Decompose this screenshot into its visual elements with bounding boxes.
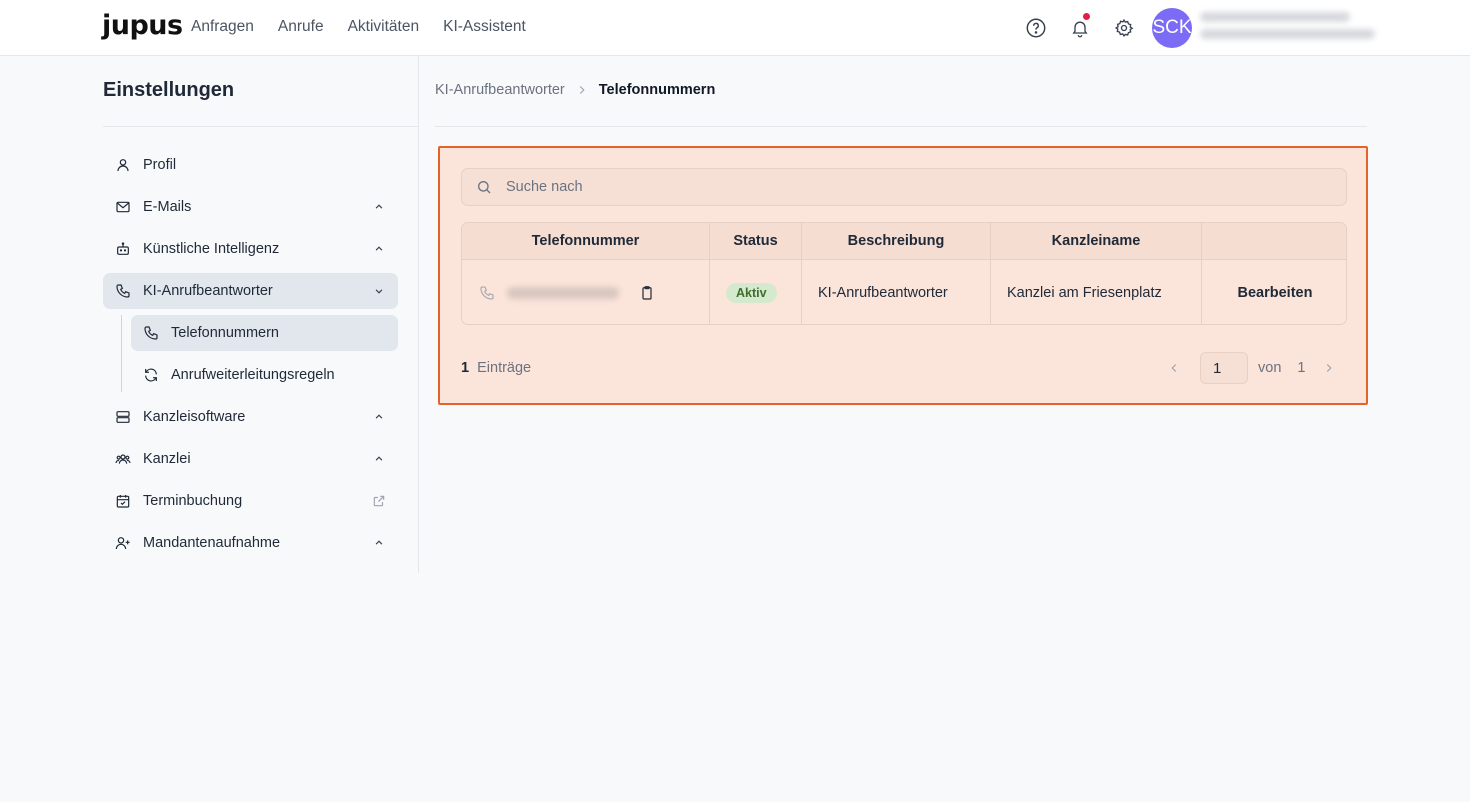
sidebar-item-label: Profil xyxy=(143,157,177,173)
submenu-line xyxy=(121,315,122,392)
breadcrumb: KI-Anrufbeantworter Telefonnummern xyxy=(435,82,715,98)
vertical-divider xyxy=(418,56,419,573)
phone-icon xyxy=(480,285,494,300)
sidebar-item-terminbuchung[interactable]: Terminbuchung xyxy=(103,483,398,519)
chevron-right-icon xyxy=(579,86,585,94)
refresh-icon xyxy=(143,367,159,383)
chevron-up-icon xyxy=(375,540,383,545)
chevron-left-icon xyxy=(1171,364,1177,372)
external-link-icon xyxy=(373,495,385,507)
sidebar-item-label: Mandantenaufnahme xyxy=(143,535,281,551)
nav-anrufe[interactable]: Anrufe xyxy=(278,18,324,36)
page-of-label: von xyxy=(1258,360,1282,376)
users-icon xyxy=(115,451,131,467)
entry-count-number: 1 xyxy=(461,360,470,376)
bot-icon xyxy=(115,241,131,257)
server-icon xyxy=(115,409,131,425)
prev-page-button[interactable] xyxy=(1166,360,1182,376)
gear-icon[interactable] xyxy=(1112,16,1136,40)
user-avatar[interactable]: SCK xyxy=(1152,8,1192,48)
next-page-button[interactable] xyxy=(1321,360,1337,376)
bell-icon[interactable] xyxy=(1068,13,1092,40)
sidebar-item-anrufweiterleitungsregeln[interactable]: Anrufweiterleitungsregeln xyxy=(131,357,398,393)
brand-logo[interactable]: jupus xyxy=(102,10,183,41)
sidebar-item-ki-anrufbeantworter[interactable]: KI-Anrufbeantworter xyxy=(103,273,398,309)
user-icon xyxy=(115,157,131,173)
phone-numbers-table: Telefonnummer Status Beschreibung Kanzle… xyxy=(461,222,1347,325)
user-info-redacted xyxy=(1200,12,1375,46)
nav-aktivitaeten[interactable]: Aktivitäten xyxy=(348,18,420,36)
chevron-right-icon xyxy=(1327,364,1333,372)
cell-status: Aktiv xyxy=(710,260,802,324)
entry-count-label: Einträge xyxy=(477,360,532,376)
sidebar-item-label: Terminbuchung xyxy=(143,493,243,509)
pagination: 1 von 1 xyxy=(1166,352,1337,384)
sidebar-item-label: Kanzleisoftware xyxy=(143,409,246,425)
page-number-input[interactable]: 1 xyxy=(1200,352,1248,384)
edit-button[interactable]: Bearbeiten xyxy=(1202,285,1346,301)
phone-icon xyxy=(143,325,159,341)
cell-actions: Bearbeiten xyxy=(1202,260,1346,324)
phone-icon xyxy=(115,283,131,299)
calendar-check-icon xyxy=(115,493,131,509)
sidebar-item-label: Anrufweiterleitungsregeln xyxy=(171,367,335,383)
entry-count: 1 Einträge xyxy=(461,360,531,376)
sidebar-item-label: Telefonnummern xyxy=(171,325,279,341)
breadcrumb-current: Telefonnummern xyxy=(598,82,716,98)
chevron-up-icon xyxy=(375,246,383,251)
phone-number-redacted xyxy=(507,286,619,299)
sidebar-item-kuenstliche-intelligenz[interactable]: Künstliche Intelligenz xyxy=(103,231,398,267)
column-header-beschreibung: Beschreibung xyxy=(802,223,991,259)
sidebar-item-profil[interactable]: Profil xyxy=(103,147,398,183)
chevron-down-icon xyxy=(375,289,383,294)
user-plus-icon xyxy=(115,535,131,551)
column-header-status: Status xyxy=(710,223,802,259)
total-pages: 1 xyxy=(1297,360,1306,376)
sidebar-item-mandantenaufnahme[interactable]: Mandantenaufnahme xyxy=(103,525,398,561)
chevron-up-icon xyxy=(375,204,383,209)
nav-anfragen[interactable]: Anfragen xyxy=(191,18,254,36)
sidebar-item-kanzlei[interactable]: Kanzlei xyxy=(103,441,398,477)
table-row: Aktiv KI-Anrufbeantworter Kanzlei am Fri… xyxy=(462,260,1346,324)
sidebar-item-label: Kanzlei xyxy=(143,451,191,467)
breadcrumb-parent[interactable]: KI-Anrufbeantworter xyxy=(435,82,565,98)
column-header-kanzleiname: Kanzleiname xyxy=(991,223,1202,259)
top-bar: jupus Anfragen Anrufe Aktivitäten KI-Ass… xyxy=(0,0,1470,56)
search-box xyxy=(461,168,1347,206)
clipboard-icon[interactable] xyxy=(639,285,655,301)
column-header-telefonnummer: Telefonnummer xyxy=(462,223,710,259)
cell-kanzleiname: Kanzlei am Friesenplatz xyxy=(991,260,1202,324)
sidebar-item-telefonnummern[interactable]: Telefonnummern xyxy=(131,315,398,351)
cell-telefonnummer xyxy=(462,260,710,324)
column-header-actions xyxy=(1202,223,1346,259)
mail-icon xyxy=(115,199,131,215)
sidebar-item-emails[interactable]: E-Mails xyxy=(103,189,398,225)
sidebar-item-label: Künstliche Intelligenz xyxy=(143,241,280,257)
sidebar-title: Einstellungen xyxy=(103,79,235,101)
cell-beschreibung: KI-Anrufbeantworter xyxy=(802,260,991,324)
help-circle-icon[interactable] xyxy=(1024,16,1048,40)
table-header: Telefonnummer Status Beschreibung Kanzle… xyxy=(462,223,1346,260)
sidebar-item-label: KI-Anrufbeantworter xyxy=(143,283,273,299)
phone-numbers-panel: Telefonnummer Status Beschreibung Kanzle… xyxy=(438,146,1368,405)
sidebar-item-kanzleisoftware[interactable]: Kanzleisoftware xyxy=(103,399,398,435)
search-input[interactable] xyxy=(506,179,1326,195)
chevron-up-icon xyxy=(375,456,383,461)
status-badge: Aktiv xyxy=(726,282,777,303)
sidebar-item-label: E-Mails xyxy=(143,199,192,215)
search-icon xyxy=(478,181,491,194)
sidebar-divider xyxy=(103,126,418,127)
main-divider xyxy=(435,126,1367,127)
notification-dot xyxy=(1083,13,1090,20)
chevron-up-icon xyxy=(375,414,383,419)
nav-ki-assistent[interactable]: KI-Assistent xyxy=(443,18,526,36)
top-nav: Anfragen Anrufe Aktivitäten KI-Assistent xyxy=(191,18,526,36)
